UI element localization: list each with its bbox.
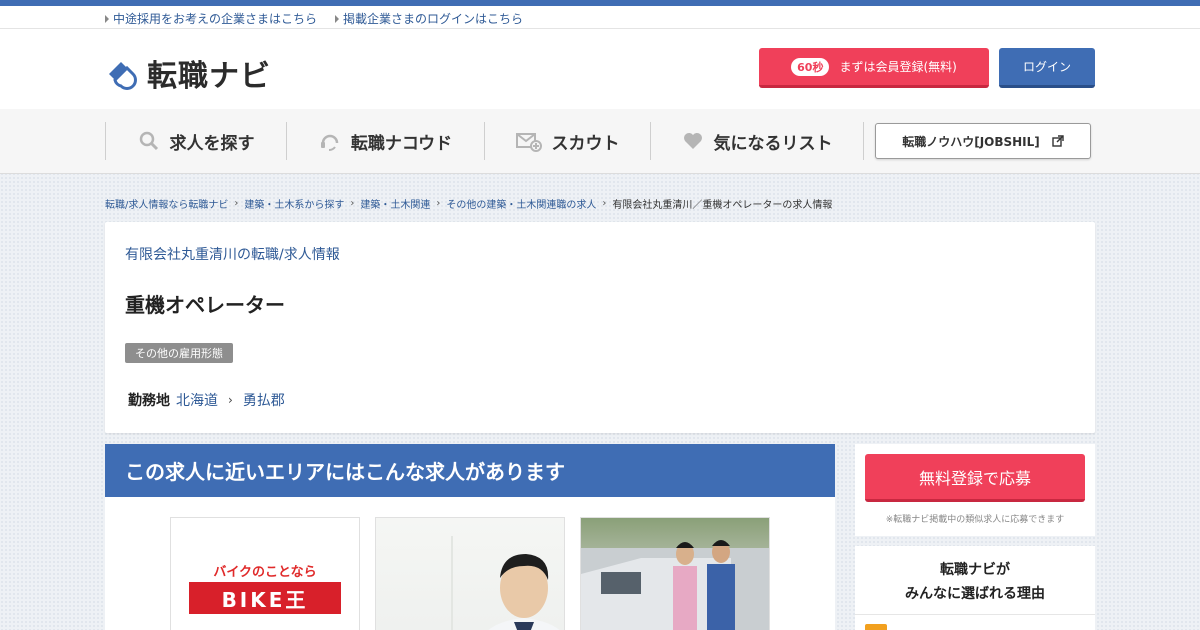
apply-note: ※転職ナビ掲載中の類似求人に応募できます — [885, 515, 1065, 525]
breadcrumb-chevron-icon: › — [350, 198, 355, 209]
util-link-employer-login-label: 掲載企業さまのログインはこちら — [343, 12, 524, 26]
employment-type-badge: その他の雇用形態 — [125, 343, 233, 363]
breadcrumb: 転職/求人情報なら転職ナビ › 建築・土木系から探す › 建築・土木関連 › そ… — [105, 196, 832, 211]
nav-item-search-jobs[interactable]: 求人を探す — [105, 122, 286, 160]
chevron-right-icon: › — [228, 393, 233, 407]
mail-plus-icon — [515, 133, 542, 152]
nav-item-nakoudo[interactable]: 転職ナコウド — [286, 122, 484, 160]
triangle-right-icon — [105, 14, 109, 23]
login-button[interactable]: ログイン — [999, 48, 1095, 88]
nav-item-favorites[interactable]: 気になるリスト — [650, 122, 864, 160]
logo-mark-icon — [109, 62, 137, 90]
site-header: 転職ナビ 60秒 まずは会員登録(無料) ログイン — [0, 29, 1200, 109]
breadcrumb-link[interactable]: その他の建築・土木関連職の求人 — [446, 196, 596, 211]
why-choose-title-line2: みんなに選ばれる理由 — [905, 586, 1045, 602]
van-photo — [581, 540, 769, 630]
person-photo — [451, 536, 560, 630]
bike-logo: BIKE王 — [189, 582, 341, 614]
breadcrumb-link[interactable]: 建築・土木関連 — [360, 196, 430, 211]
nearby-jobs-section: この求人に近いエリアにはこんな求人があります バイクのことなら BIKE王 — [105, 444, 835, 630]
headset-icon — [320, 134, 339, 151]
logo-text: 転職ナビ — [147, 59, 271, 94]
job-title: 重機オペレーター — [125, 293, 285, 317]
why-choose-panel: 転職ナビが みんなに選ばれる理由 — [855, 546, 1095, 630]
divider — [855, 614, 1095, 615]
why-choose-title: 転職ナビが みんなに選ばれる理由 — [855, 546, 1095, 606]
job-summary-card: 有限会社丸重清川の転職/求人情報 重機オペレーター その他の雇用形態 勤務地 北… — [105, 222, 1095, 433]
triangle-right-icon — [335, 14, 340, 23]
register-time-badge: 60秒 — [791, 57, 830, 76]
free-register-apply-button[interactable]: 無料登録で応募 — [865, 454, 1085, 502]
breadcrumb-link[interactable]: 建築・土木系から探す — [244, 196, 344, 211]
breadcrumb-link[interactable]: 転職/求人情報なら転職ナビ — [105, 196, 228, 211]
bike-tagline: バイクのことなら — [213, 565, 317, 580]
nav-item-label: 転職ナコウド — [350, 133, 453, 154]
apply-panel: 無料登録で応募 ※転職ナビ掲載中の類似求人に応募できます — [855, 444, 1095, 536]
nearby-job-card-person[interactable] — [375, 517, 565, 630]
nearby-jobs-heading: この求人に近いエリアにはこんな求人があります — [105, 444, 835, 497]
util-link-recruiter[interactable]: 中途採用をお考えの企業さまはこちら — [105, 10, 317, 27]
nav-item-label: 求人を探す — [169, 133, 255, 154]
nearby-job-card-van[interactable] — [580, 517, 770, 630]
register-button[interactable]: 60秒 まずは会員登録(無料) — [759, 48, 989, 88]
util-link-recruiter-label: 中途採用をお考えの企業さまはこちら — [113, 12, 318, 26]
jobshil-button[interactable]: 転職ノウハウ[JOBSHIL] — [875, 123, 1091, 159]
nearby-job-card-bike[interactable]: バイクのことなら BIKE王 — [170, 517, 360, 630]
external-link-icon — [1052, 135, 1064, 147]
heart-icon — [683, 133, 702, 149]
breadcrumb-current: 有限会社丸重清川／重機オペレーターの求人情報 — [612, 200, 833, 211]
company-link[interactable]: 有限会社丸重清川の転職/求人情報 — [125, 244, 340, 264]
job-location: 勤務地 北海道 › 勇払郡 — [128, 390, 285, 410]
search-icon — [139, 131, 158, 151]
utility-bar: 中途採用をお考えの企業さまはこちら 掲載企業さまのログインはこちら — [0, 6, 1200, 29]
location-link-prefecture[interactable]: 北海道 — [176, 390, 218, 410]
nav-item-label: 気になるリスト — [713, 133, 833, 154]
main-nav: 求人を探す 転職ナコウド スカウト 気になるリスト 転職ノウハウ[JOBSHIL… — [0, 109, 1200, 174]
nav-item-label: スカウト — [551, 133, 620, 154]
location-link-district[interactable]: 勇払郡 — [243, 390, 285, 410]
why-choose-title-line1: 転職ナビが — [940, 562, 1010, 578]
register-button-label: まずは会員登録(無料) — [839, 60, 957, 74]
nav-item-scout[interactable]: スカウト — [484, 122, 650, 160]
site-logo[interactable]: 転職ナビ — [105, 51, 271, 95]
location-label: 勤務地 — [128, 393, 170, 409]
breadcrumb-chevron-icon: › — [436, 198, 441, 209]
jobshil-button-label: 転職ノウハウ[JOBSHIL] — [902, 134, 1040, 149]
util-link-employer-login[interactable]: 掲載企業さまのログインはこちら — [335, 10, 523, 27]
breadcrumb-chevron-icon: › — [234, 198, 239, 209]
reason-badge-icon — [865, 624, 887, 630]
breadcrumb-chevron-icon: › — [602, 198, 607, 209]
